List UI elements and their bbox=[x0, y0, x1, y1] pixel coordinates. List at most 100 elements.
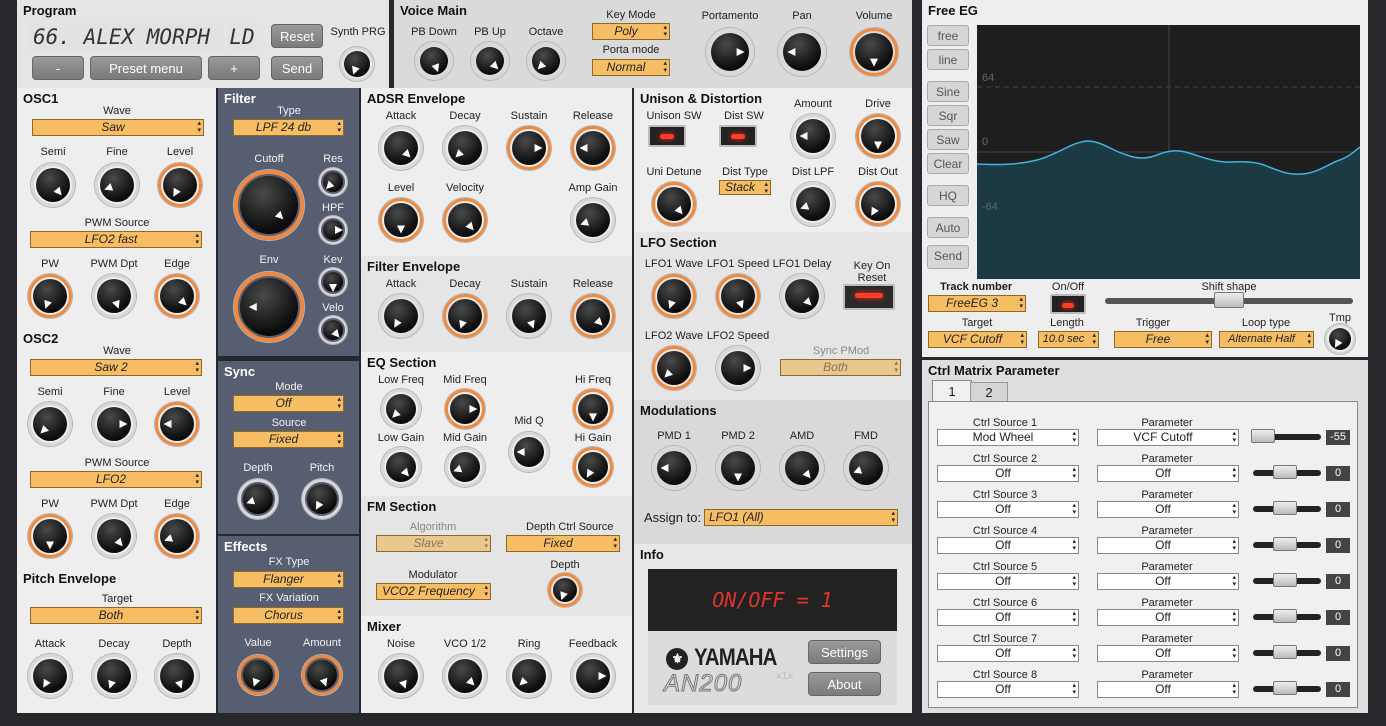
depth-slider-thumb[interactable] bbox=[1251, 429, 1275, 443]
shift-shape-thumb[interactable] bbox=[1214, 292, 1244, 308]
clear-button[interactable]: Clear bbox=[927, 153, 969, 174]
settings-button[interactable]: Settings bbox=[808, 640, 881, 664]
hpf-knob[interactable] bbox=[319, 216, 347, 244]
adsr-level-knob[interactable] bbox=[379, 198, 423, 242]
sync-mode-select[interactable]: Off bbox=[233, 395, 344, 412]
fenv-release-knob[interactable] bbox=[571, 294, 615, 338]
adsr-attack-knob[interactable] bbox=[379, 126, 423, 170]
dist-sw-toggle[interactable] bbox=[719, 125, 757, 147]
fx-value-knob[interactable] bbox=[238, 655, 278, 695]
noise-knob[interactable] bbox=[379, 654, 423, 698]
tab-1[interactable]: 1 bbox=[932, 380, 972, 402]
depth-slider[interactable] bbox=[1253, 681, 1321, 695]
low-freq-knob[interactable] bbox=[381, 389, 421, 429]
amount-knob[interactable] bbox=[791, 114, 835, 158]
feedback-knob[interactable] bbox=[571, 654, 615, 698]
trigger-select[interactable]: Free bbox=[1114, 331, 1212, 348]
ctrl-source-select[interactable]: Off bbox=[937, 681, 1079, 698]
key-mode-select[interactable]: Poly bbox=[592, 23, 670, 40]
sync-pitch-knob[interactable] bbox=[302, 479, 342, 519]
amp-gain-knob[interactable] bbox=[571, 198, 615, 242]
lfo1-wave-knob[interactable] bbox=[652, 274, 696, 318]
tmp-knob[interactable] bbox=[1325, 324, 1355, 354]
lfo1-delay-knob[interactable] bbox=[780, 274, 824, 318]
send-eg-button[interactable]: Send bbox=[927, 245, 969, 269]
res-knob[interactable] bbox=[319, 168, 347, 196]
portamento-knob[interactable] bbox=[706, 28, 754, 76]
prev-preset-button[interactable]: - bbox=[32, 56, 84, 80]
shift-shape-slider[interactable] bbox=[1105, 292, 1353, 308]
adsr-release-knob[interactable] bbox=[571, 126, 615, 170]
depth-slider[interactable] bbox=[1251, 429, 1321, 443]
unison-sw-toggle[interactable] bbox=[648, 125, 686, 147]
dist-out-knob[interactable] bbox=[856, 182, 900, 226]
depth-slider-thumb[interactable] bbox=[1273, 609, 1297, 623]
pitch-env-target-select[interactable]: Both bbox=[30, 607, 202, 624]
fenv-attack-knob[interactable] bbox=[379, 294, 423, 338]
osc2-edge-knob[interactable] bbox=[155, 514, 199, 558]
loop-type-select[interactable]: Alternate Half bbox=[1219, 331, 1314, 348]
sync-source-select[interactable]: Fixed bbox=[233, 431, 344, 448]
parameter-select[interactable]: Off bbox=[1097, 645, 1239, 662]
drive-knob[interactable] bbox=[856, 114, 900, 158]
depth-slider-thumb[interactable] bbox=[1273, 465, 1297, 479]
ctrl-source-select[interactable]: Off bbox=[937, 645, 1079, 662]
pb-down-knob[interactable] bbox=[415, 42, 453, 80]
fenv-sustain-knob[interactable] bbox=[507, 294, 551, 338]
dist-type-select[interactable]: Stack bbox=[719, 180, 771, 195]
vco12-knob[interactable] bbox=[443, 654, 487, 698]
eg-target-select[interactable]: VCF Cutoff bbox=[928, 331, 1027, 348]
depth-slider[interactable] bbox=[1253, 537, 1321, 551]
low-gain-knob[interactable] bbox=[381, 447, 421, 487]
assign-to-select[interactable]: LFO1 (All) bbox=[704, 509, 898, 526]
volume-knob[interactable] bbox=[850, 28, 898, 76]
modulator-select[interactable]: VCO2 Frequency bbox=[376, 583, 491, 600]
filter-type-select[interactable]: LPF 24 db bbox=[233, 119, 344, 136]
depth-slider[interactable] bbox=[1253, 645, 1321, 659]
preset-menu-button[interactable]: Preset menu bbox=[90, 56, 202, 80]
osc1-pw-knob[interactable] bbox=[28, 274, 72, 318]
ring-knob[interactable] bbox=[507, 654, 551, 698]
pmd2-knob[interactable] bbox=[716, 446, 760, 490]
kev-knob[interactable] bbox=[319, 268, 347, 296]
ctrl-source-select[interactable]: Mod Wheel bbox=[937, 429, 1079, 446]
parameter-select[interactable]: Off bbox=[1097, 609, 1239, 626]
cutoff-knob[interactable] bbox=[234, 170, 304, 240]
osc1-edge-knob[interactable] bbox=[155, 274, 199, 318]
ctrl-source-select[interactable]: Off bbox=[937, 537, 1079, 554]
depth-slider[interactable] bbox=[1253, 501, 1321, 515]
porta-mode-select[interactable]: Normal bbox=[592, 59, 670, 76]
next-preset-button[interactable]: + bbox=[208, 56, 260, 80]
adsr-decay-knob[interactable] bbox=[443, 126, 487, 170]
fmd-knob[interactable] bbox=[844, 446, 888, 490]
fx-amount-knob[interactable] bbox=[302, 655, 342, 695]
fx-variation-select[interactable]: Chorus bbox=[233, 607, 344, 624]
lfo1-speed-knob[interactable] bbox=[716, 274, 760, 318]
adsr-sustain-knob[interactable] bbox=[507, 126, 551, 170]
pitch-env-decay-knob[interactable] bbox=[92, 654, 136, 698]
osc2-pw-knob[interactable] bbox=[28, 514, 72, 558]
reset-button[interactable]: Reset bbox=[271, 24, 323, 48]
depth-ctrl-source-select[interactable]: Fixed bbox=[506, 535, 620, 552]
depth-slider-thumb[interactable] bbox=[1273, 573, 1297, 587]
ctrl-source-select[interactable]: Off bbox=[937, 609, 1079, 626]
hi-gain-knob[interactable] bbox=[573, 447, 613, 487]
depth-slider[interactable] bbox=[1253, 465, 1321, 479]
ctrl-source-select[interactable]: Off bbox=[937, 465, 1079, 482]
mid-freq-knob[interactable] bbox=[445, 389, 485, 429]
eg-canvas[interactable]: 64 0 -64 bbox=[977, 25, 1360, 279]
hi-freq-knob[interactable] bbox=[573, 389, 613, 429]
pitch-env-depth-knob[interactable] bbox=[155, 654, 199, 698]
parameter-select[interactable]: Off bbox=[1097, 573, 1239, 590]
depth-slider[interactable] bbox=[1253, 573, 1321, 587]
parameter-select[interactable]: Off bbox=[1097, 465, 1239, 482]
pb-up-knob[interactable] bbox=[471, 42, 509, 80]
depth-slider-thumb[interactable] bbox=[1273, 681, 1297, 695]
depth-slider[interactable] bbox=[1253, 609, 1321, 623]
track-number-select[interactable]: FreeEG 3 bbox=[928, 295, 1026, 312]
fm-depth-knob[interactable] bbox=[548, 573, 582, 607]
osc2-semi-knob[interactable] bbox=[28, 402, 72, 446]
line-button[interactable]: line bbox=[927, 49, 969, 70]
amd-knob[interactable] bbox=[780, 446, 824, 490]
sync-depth-knob[interactable] bbox=[238, 479, 278, 519]
